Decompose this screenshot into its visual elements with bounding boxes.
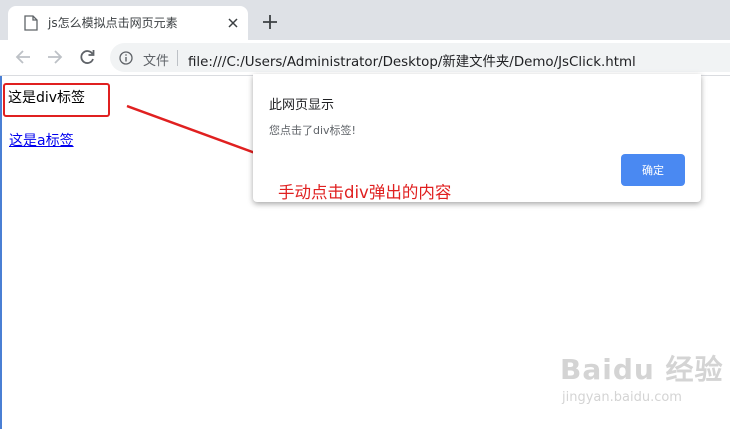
browser-tab[interactable]: js怎么模拟点击网页元素 <box>8 6 248 40</box>
watermark-logo: Baidu 经验 <box>560 353 724 386</box>
annotation-text: 手动点击div弹出的内容 <box>278 183 452 202</box>
security-label[interactable]: 文件 <box>143 50 169 69</box>
tab-title: js怎么模拟点击网页元素 <box>48 16 178 30</box>
url-text[interactable]: file:///C:/Users/Administrator/Desktop/新… <box>188 50 636 70</box>
window-edge <box>0 76 2 429</box>
dialog-message: 您点击了div标签! <box>269 124 356 137</box>
forward-arrow-icon[interactable] <box>46 48 64 66</box>
info-icon[interactable] <box>119 51 133 65</box>
a-link[interactable]: 这是a标签 <box>9 130 74 150</box>
reload-icon[interactable] <box>78 48 96 66</box>
plus-icon[interactable] <box>262 14 278 30</box>
page-icon <box>24 15 38 31</box>
back-arrow-icon[interactable] <box>14 48 32 66</box>
dialog-title: 此网页显示 <box>269 98 335 113</box>
highlight-box <box>3 83 110 117</box>
ok-button[interactable]: 确定 <box>621 154 685 186</box>
omnibox-divider <box>177 50 178 66</box>
address-bar[interactable]: 文件 file:///C:/Users/Administrator/Deskto… <box>110 43 730 72</box>
browser-toolbar: 文件 file:///C:/Users/Administrator/Deskto… <box>0 40 730 76</box>
close-icon[interactable] <box>224 14 242 32</box>
tab-strip: js怎么模拟点击网页元素 <box>0 0 730 40</box>
watermark-url: jingyan.baidu.com <box>562 390 682 405</box>
watermark: Baidu 经验 jingyan.baidu.com <box>560 348 723 412</box>
